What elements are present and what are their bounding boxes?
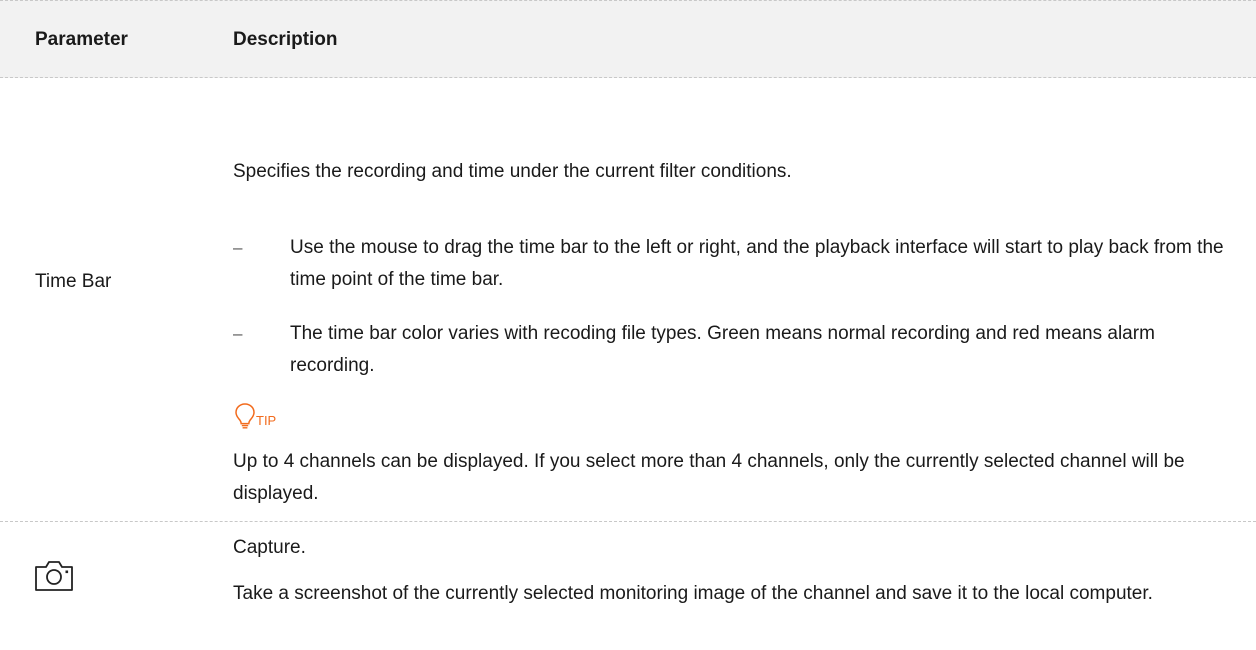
time-bar-intro: Specifies the recording and time under t… [233,161,792,182]
camera-icon [35,561,73,591]
table-header-row: Parameter Description [0,0,1256,78]
row-divider [0,521,1256,522]
capture-title: Capture. [233,537,306,558]
lightbulb-icon [235,403,255,429]
capture-description: Take a screenshot of the currently selec… [233,583,1153,604]
tip-callout: TIP [234,398,276,430]
bullet-dash: – [233,324,243,343]
param-time-bar: Time Bar [35,271,112,292]
header-description: Description [233,29,338,50]
bullet-dash: – [233,238,243,257]
tip-text: Up to 4 channels can be displayed. If yo… [233,451,1185,504]
bullet-text: Use the mouse to drag the time bar to th… [290,237,1224,290]
tip-label: TIP [256,413,277,428]
header-parameter: Parameter [35,29,128,50]
bullet-text: The time bar color varies with recoding … [290,323,1155,376]
